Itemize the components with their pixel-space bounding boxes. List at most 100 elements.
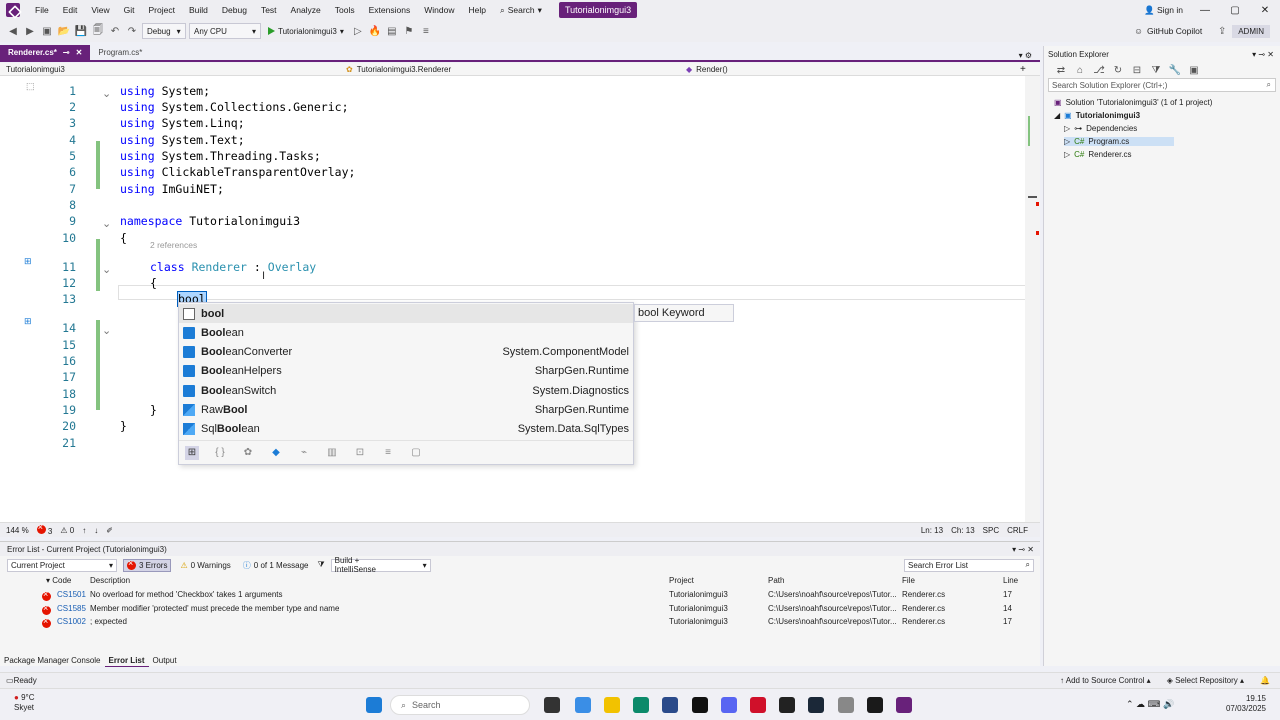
- tree-project[interactable]: ◢ ▣ Tutorialonimgui3: [1054, 111, 1140, 120]
- column-file[interactable]: File: [902, 576, 915, 585]
- namespace-filter-icon[interactable]: ≡: [381, 446, 395, 460]
- pin-icon[interactable]: ⊸: [63, 48, 70, 57]
- configuration-dropdown[interactable]: Debug ▾: [142, 23, 186, 39]
- store-icon[interactable]: [662, 697, 678, 713]
- app-icon[interactable]: [692, 697, 708, 713]
- interface-filter-icon[interactable]: ⊡: [353, 446, 367, 460]
- select-repository-button[interactable]: ◈ Select Repository ▴: [1167, 676, 1244, 685]
- inheritance-icon[interactable]: ⊞: [24, 256, 32, 267]
- expand-icon[interactable]: ⊞: [185, 445, 199, 460]
- error-code[interactable]: CS1002: [57, 617, 86, 626]
- column-project[interactable]: Project: [669, 576, 694, 585]
- completion-item[interactable]: SqlBoolean System.Data.SqlTypes: [179, 420, 633, 439]
- menu-item-tools[interactable]: Tools: [328, 0, 362, 20]
- file-explorer-icon[interactable]: [604, 697, 620, 713]
- completion-item[interactable]: BooleanHelpers SharpGen.Runtime: [179, 362, 633, 381]
- github-copilot-button[interactable]: ☺ GitHub Copilot: [1134, 26, 1212, 36]
- error-search-input[interactable]: Search Error List ⌕: [904, 558, 1034, 572]
- notifications-icon[interactable]: 🔔: [1260, 676, 1270, 685]
- tab-renderer-cs[interactable]: Renderer.cs* ⊸ ✕: [0, 45, 91, 60]
- column-path[interactable]: Path: [768, 576, 784, 585]
- search-menu[interactable]: ⌕ Search ▾: [493, 0, 549, 20]
- filter-toggle-icon[interactable]: ⧩: [318, 560, 325, 570]
- menu-item-help[interactable]: Help: [461, 0, 492, 20]
- column-description[interactable]: Description: [90, 576, 130, 585]
- filter-icon[interactable]: ⧩: [1149, 63, 1163, 77]
- maximize-button[interactable]: ▢: [1220, 5, 1250, 16]
- sign-in-button[interactable]: 👤 Sign in: [1137, 0, 1190, 20]
- redo-icon[interactable]: ↷: [125, 24, 139, 38]
- start-button-icon[interactable]: [366, 697, 382, 713]
- undo-icon[interactable]: ↶: [108, 24, 122, 38]
- menu-item-file[interactable]: File: [28, 0, 56, 20]
- menu-item-extensions[interactable]: Extensions: [362, 0, 418, 20]
- weather-widget[interactable]: ● 9°C Skyet: [14, 693, 35, 713]
- menu-item-build[interactable]: Build: [182, 0, 215, 20]
- preview-icon[interactable]: ▣: [1187, 63, 1201, 77]
- tray-icons[interactable]: ⌃ ☁ ⌨ 🔊: [1126, 699, 1174, 710]
- task-view-icon[interactable]: [544, 697, 560, 713]
- completion-item[interactable]: BooleanConverter System.ComponentModel: [179, 343, 633, 362]
- close-icon[interactable]: ✕: [76, 48, 83, 57]
- new-item-icon[interactable]: ▣: [40, 24, 54, 38]
- editor-vertical-scrollbar[interactable]: [1025, 76, 1040, 522]
- save-all-icon[interactable]: 🗐: [91, 24, 105, 38]
- navigate-up-icon[interactable]: ↑: [82, 526, 86, 535]
- error-row[interactable]: CS1501 No overload for method 'Checkbox' …: [0, 589, 1040, 603]
- hot-reload-icon[interactable]: 🔥: [368, 24, 382, 38]
- enum-filter-icon[interactable]: ▥: [325, 446, 339, 460]
- start-without-debugging-icon[interactable]: ▷: [351, 24, 365, 38]
- completion-item[interactable]: bool: [179, 304, 633, 323]
- error-code[interactable]: CS1585: [57, 604, 86, 613]
- sync-icon[interactable]: ⇄: [1054, 63, 1068, 77]
- class-filter-icon[interactable]: ✿: [241, 446, 255, 460]
- menu-item-project[interactable]: Project: [142, 0, 182, 20]
- snippet-filter-icon[interactable]: { }: [213, 446, 227, 460]
- project-dropdown[interactable]: Tutorialonimgui3: [0, 65, 340, 74]
- forward-icon[interactable]: ▶: [23, 24, 37, 38]
- menu-item-window[interactable]: Window: [417, 0, 461, 20]
- home-icon[interactable]: ⌂: [1073, 63, 1087, 77]
- error-row[interactable]: CS1585 Member modifier 'protected' must p…: [0, 603, 1040, 617]
- save-icon[interactable]: 💾: [74, 24, 88, 38]
- tab-package-manager-console[interactable]: Package Manager Console: [0, 654, 105, 667]
- fold-toggle-icon[interactable]: ⌄: [102, 324, 111, 337]
- taskbar-search[interactable]: ⌕ Search: [390, 695, 530, 715]
- completion-item[interactable]: RawBool SharpGen.Runtime: [179, 401, 633, 420]
- clock[interactable]: 19.15 07/03/2025: [1226, 694, 1266, 714]
- comment-icon[interactable]: ≡: [419, 24, 433, 38]
- column-line[interactable]: Line: [1003, 576, 1018, 585]
- fold-toggle-icon[interactable]: ⌄: [102, 217, 111, 230]
- tree-program-cs[interactable]: ▷ C# Program.cs: [1064, 137, 1174, 146]
- menu-item-analyze[interactable]: Analyze: [284, 0, 328, 20]
- app2-icon[interactable]: [867, 697, 883, 713]
- delegate-filter-icon[interactable]: ⌁: [297, 446, 311, 460]
- panel-controls-icon[interactable]: ▾ ⊸ ✕: [1252, 50, 1274, 59]
- tab-program-cs[interactable]: Program.cs*: [90, 45, 150, 60]
- live-share-icon[interactable]: ⇪: [1215, 24, 1229, 38]
- tab-output[interactable]: Output: [149, 654, 181, 667]
- menu-item-debug[interactable]: Debug: [215, 0, 254, 20]
- references-codelens[interactable]: 2 references: [150, 240, 197, 250]
- column-code[interactable]: ▾ Code: [46, 576, 71, 585]
- menu-item-test[interactable]: Test: [254, 0, 284, 20]
- collapse-icon[interactable]: ⊟: [1130, 63, 1144, 77]
- source-control-button[interactable]: ↑ Add to Source Control ▴: [1060, 676, 1151, 685]
- active-project-badge[interactable]: Tutorialonimgui3: [558, 2, 638, 18]
- warnings-filter[interactable]: ⚠ 0 Warnings: [177, 559, 233, 572]
- whitespace-mode[interactable]: SPC: [983, 526, 999, 535]
- struct-filter-icon[interactable]: ◆: [269, 446, 283, 460]
- run-button[interactable]: Tutorialonimgui3 ▾: [264, 27, 348, 36]
- error-count[interactable]: 3: [36, 522, 52, 536]
- completion-item[interactable]: Boolean: [179, 323, 633, 342]
- visual-studio-taskbar-icon[interactable]: [896, 697, 912, 713]
- warning-count[interactable]: ⚠ 0: [60, 526, 74, 535]
- intellisense-popup[interactable]: bool Boolean BooleanConverter System.Compon…: [178, 302, 634, 465]
- tab-overflow-icon[interactable]: ▾ ⚙: [1019, 51, 1040, 60]
- panel-controls-icon[interactable]: ▾ ⊸ ✕: [1012, 545, 1034, 554]
- copilot-app-icon[interactable]: [575, 697, 591, 713]
- tree-renderer-cs[interactable]: ▷ C# Renderer.cs: [1064, 150, 1132, 159]
- messages-filter[interactable]: ⓘ 0 of 1 Message: [240, 559, 312, 572]
- override-icon[interactable]: ⊞: [24, 316, 32, 327]
- back-icon[interactable]: ◀: [6, 24, 20, 38]
